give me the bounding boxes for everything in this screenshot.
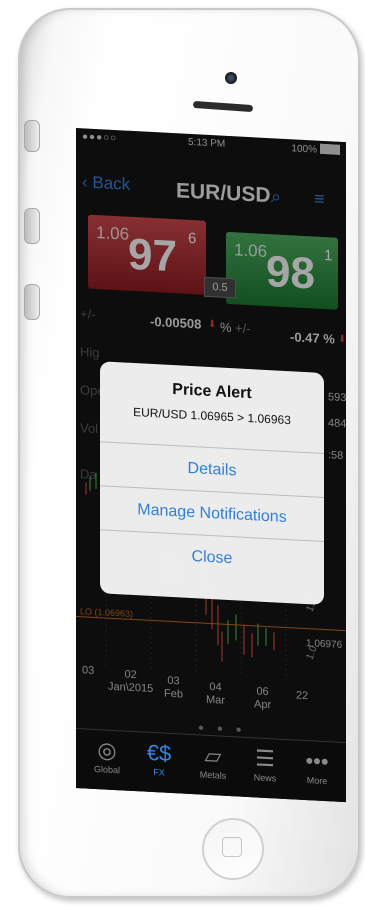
tab-label: FX	[153, 767, 165, 778]
tab-global[interactable]: ◎ Global	[82, 735, 132, 776]
alert-title: Price Alert	[172, 381, 252, 403]
metals-icon: ▱	[204, 742, 222, 769]
home-button[interactable]	[202, 818, 264, 880]
tab-news[interactable]: ☰ News	[240, 744, 290, 785]
tab-metals[interactable]: ▱ Metals	[188, 741, 238, 782]
price-alert-dialog: Price Alert EUR/USD 1.06965 > 1.06963 De…	[100, 361, 324, 605]
app-screen: ●●●○○ 5:13 PM 100% ‹ Back EUR/USD ⌕ ≡ 1.…	[76, 128, 346, 803]
tab-label: News	[253, 772, 277, 784]
globe-icon: ◎	[97, 737, 117, 764]
more-icon: •••	[305, 748, 329, 775]
tab-more[interactable]: ••• More	[292, 746, 342, 787]
tab-label: Global	[93, 763, 120, 776]
currency-icon: €$	[146, 739, 172, 766]
tab-label: Metals	[199, 769, 227, 781]
volume-down-button	[24, 284, 40, 320]
volume-up-button	[24, 208, 40, 244]
speaker-grille	[192, 100, 254, 113]
tab-fx[interactable]: €$ FX	[134, 738, 184, 779]
mute-switch	[24, 120, 40, 152]
alert-message: EUR/USD 1.06965 > 1.06963	[133, 404, 291, 428]
news-icon: ☰	[255, 745, 275, 772]
tab-label: More	[306, 775, 328, 787]
camera-icon	[225, 72, 237, 84]
